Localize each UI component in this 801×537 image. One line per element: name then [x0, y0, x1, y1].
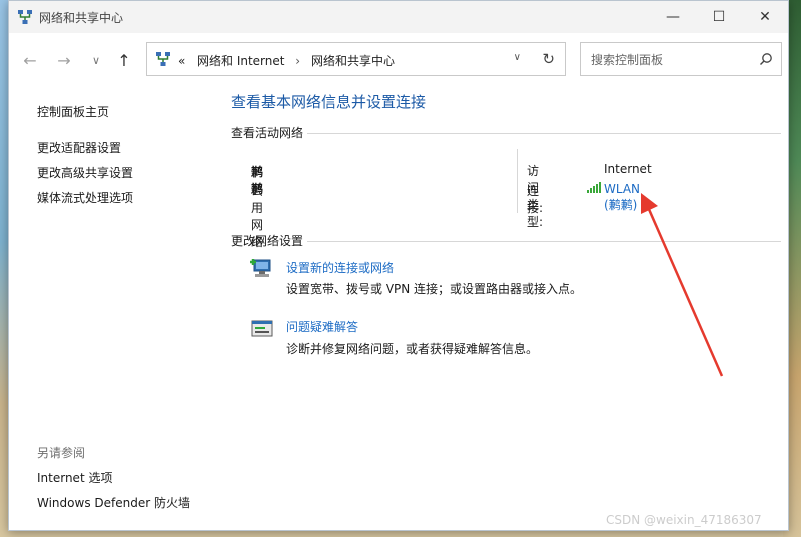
desktop-wallpaper-left [0, 0, 8, 537]
close-button[interactable]: ✕ [742, 1, 788, 33]
setup-new-connection-link[interactable]: 设置新的连接或网络 [286, 259, 394, 276]
connection-label: 连接: [527, 184, 544, 215]
forward-button[interactable]: → [53, 49, 75, 71]
wlan-connection-link[interactable]: WLAN (鹣鹣) [604, 182, 640, 213]
search-input[interactable] [589, 50, 753, 70]
breadcrumb-sharing-center[interactable]: 网络和共享中心 [311, 52, 395, 69]
sidebar-item-media-streaming[interactable]: 媒体流式处理选项 [37, 189, 133, 206]
breadcrumb-overflow[interactable]: « [178, 54, 185, 68]
access-type-value: Internet [604, 162, 652, 176]
back-button[interactable]: ← [19, 49, 41, 71]
sidebar-item-control-panel-home[interactable]: 控制面板主页 [37, 103, 109, 120]
setup-new-connection-description: 设置宽带、拨号或 VPN 连接；或设置路由器或接入点。 [286, 282, 583, 296]
page-title: 查看基本网络信息并设置连接 [231, 93, 427, 111]
address-dropdown-icon[interactable]: ∨ [514, 52, 521, 63]
wifi-signal-icon [587, 182, 601, 193]
window-title: 网络和共享中心 [39, 11, 124, 25]
sidebar-link-defender-firewall[interactable]: Windows Defender 防火墙 [37, 494, 190, 511]
troubleshoot-icon [251, 320, 273, 337]
breadcrumb-separator[interactable]: › [295, 54, 300, 68]
new-connection-icon [250, 259, 271, 277]
network-icon [156, 52, 170, 66]
sidebar-link-internet-options[interactable]: Internet 选项 [37, 469, 112, 486]
see-also-heading: 另请参阅 [37, 446, 86, 460]
recent-locations-button[interactable]: ∨ [85, 49, 107, 71]
search-box [580, 42, 782, 76]
breadcrumb: « 网络和 Internet › 网络和共享中心 [178, 52, 395, 69]
change-settings-heading: 更改网络设置 [231, 234, 304, 248]
network-sharing-window: 网络和共享中心 — ☐ ✕ ← → ∨ ↑ « 网络和 Internet › 网… [8, 0, 789, 531]
network-info-divider [517, 149, 518, 213]
title-bar: 网络和共享中心 — ☐ ✕ [9, 1, 788, 33]
address-bar[interactable]: « 网络和 Internet › 网络和共享中心 ∨ ↻ [146, 42, 566, 76]
section-divider [307, 133, 781, 134]
troubleshoot-link[interactable]: 问题疑难解答 [286, 318, 358, 335]
troubleshoot-description: 诊断并修复网络问题，或者获得疑难解答信息。 [286, 342, 539, 356]
address-toolbar: ← → ∨ ↑ « 网络和 Internet › 网络和共享中心 ∨ ↻ [9, 33, 788, 85]
sidebar-item-advanced-sharing[interactable]: 更改高级共享设置 [37, 164, 133, 181]
sidebar-item-adapter-settings[interactable]: 更改适配器设置 [37, 139, 121, 156]
minimize-button[interactable]: — [650, 1, 696, 33]
breadcrumb-network-internet[interactable]: 网络和 Internet [197, 52, 284, 69]
up-button[interactable]: ↑ [113, 49, 135, 71]
section-divider [307, 241, 781, 242]
active-networks-heading: 查看活动网络 [231, 126, 304, 140]
refresh-icon[interactable]: ↻ [542, 50, 555, 68]
watermark: CSDN @weixin_47186307 [606, 513, 762, 527]
search-icon[interactable] [759, 52, 773, 66]
maximize-button[interactable]: ☐ [696, 1, 742, 33]
network-icon [18, 10, 32, 24]
